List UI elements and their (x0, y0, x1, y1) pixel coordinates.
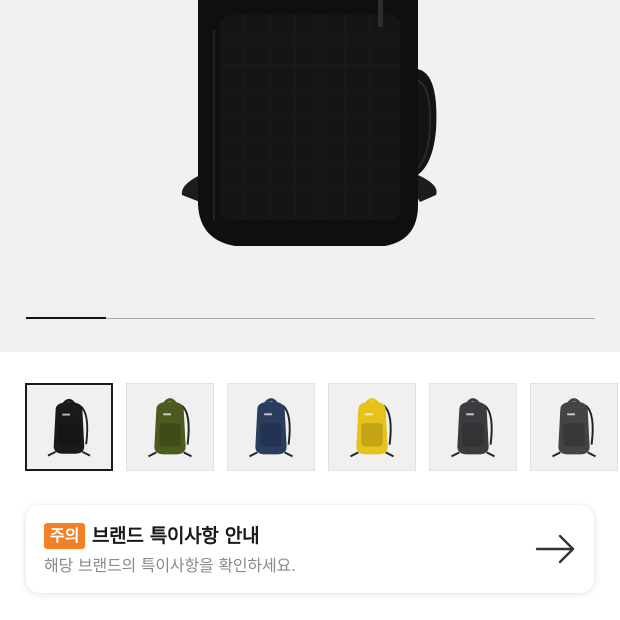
color-thumbnail-list (25, 383, 620, 472)
product-image-gallery[interactable] (0, 0, 620, 352)
color-thumbnail-black[interactable] (25, 383, 113, 471)
notice-title: 브랜드 특이사항 안내 (92, 525, 260, 547)
gallery-progress-bar (26, 317, 595, 319)
brand-notice-card[interactable]: 주의 브랜드 특이사항 안내 해당 브랜드의 특이사항을 확인하세요. (26, 505, 594, 593)
backpack-thumbnail-image (249, 398, 293, 458)
notice-description: 해당 브랜드의 특이사항을 확인하세요. (44, 556, 296, 575)
color-thumbnail-dark-gray[interactable] (530, 383, 618, 471)
color-thumbnail-navy[interactable] (227, 383, 315, 471)
backpack-thumbnail-image (552, 398, 596, 458)
backpack-thumbnail-image (350, 398, 394, 458)
backpack-thumbnail-image (148, 398, 192, 458)
color-thumbnail-olive[interactable] (126, 383, 214, 471)
backpack-thumbnail-image (451, 398, 495, 458)
arrow-right-icon[interactable] (535, 534, 577, 564)
gallery-progress-fill (26, 317, 106, 319)
color-thumbnail-charcoal[interactable] (429, 383, 517, 471)
caution-badge: 주의 (44, 523, 86, 549)
product-main-image (181, 0, 437, 246)
color-thumbnail-yellow[interactable] (328, 383, 416, 471)
backpack-thumbnail-image (47, 398, 91, 457)
